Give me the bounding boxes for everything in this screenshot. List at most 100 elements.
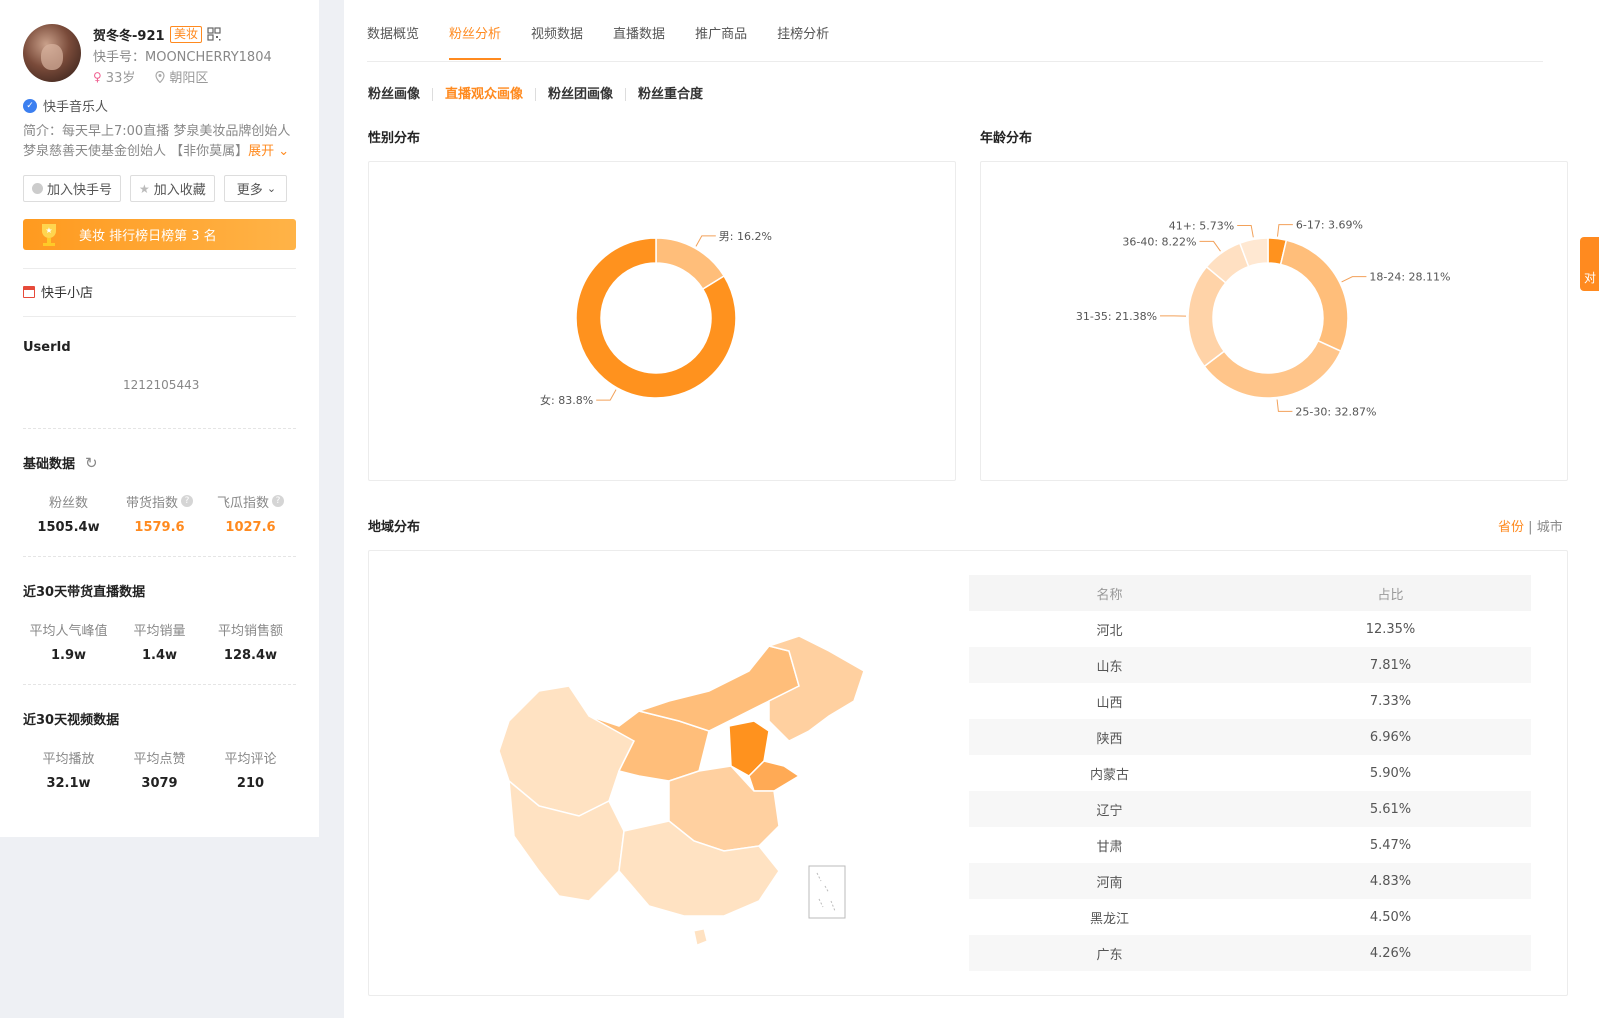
rank-banner[interactable]: ★ 美妆 排行榜日榜第 3 名 [23,219,296,250]
stat-item: 平均人气峰值 1.9w [23,620,114,664]
label-leader-line [1341,276,1367,283]
intro-line-2: 梦泉慈善天使基金创始人 【非你莫属】 [23,144,249,159]
profile-sidebar: 贺冬冬-921 美妆 快手号：MOONCHERRY1804 ♀ 33岁 朝阳区 … [0,0,319,837]
stat-label: 平均销售额 [217,623,283,639]
table-row: 内蒙古 5.90% [969,755,1531,791]
shop-label: 快手小店 [41,286,94,301]
profile-intro: 简介：每天早上7:00直播 梦泉美妆品牌创始人 梦泉慈善天使基金创始人 【非你莫… [23,122,298,162]
map-region-hainan [693,928,708,946]
divider [23,316,296,317]
divider [23,556,296,557]
region-table: 名称 占比 河北 12.35% 山东 7.81% 山西 7.33% 陕西 6.96% 内… [969,575,1531,971]
tab-live-data[interactable]: 直播数据 [613,23,665,60]
stat-item: 平均播放 32.1w [23,748,114,792]
basic-data-title: 基础数据 ↻ [23,453,98,473]
subtab-fan-group[interactable]: 粉丝团画像 [535,88,625,101]
divider [23,684,296,685]
table-header: 名称 占比 [969,575,1531,611]
userid-value: 1212105443 [123,378,200,392]
add-account-label: 加入快手号 [47,183,113,198]
expand-link[interactable]: 展开 ⌄ [248,144,289,159]
region-share: 6.96% [1369,729,1412,745]
live30-stats: 平均人气峰值 1.9w 平均销量 1.4w 平均销售额 128.4w [23,620,296,664]
main-content: 数据概览 粉丝分析 视频数据 直播数据 推广商品 挂榜分析 粉丝画像 直播观众画… [344,0,1599,1018]
star-icon: ★ [139,181,150,196]
chevron-down-icon: ⌄ [266,182,277,195]
donut-slice-18-24[interactable] [1279,239,1349,353]
donut-slice-25-30[interactable] [1203,339,1342,399]
switch-province[interactable]: 省份 [1498,520,1524,535]
userid-label: UserId [23,340,71,355]
age-text: 33岁 [105,71,136,86]
gender-donut-chart: 男: 16.2% 女: 83.8% [540,230,772,407]
refresh-icon[interactable]: ↻ [85,454,98,472]
subtab-live-audience[interactable]: 直播观众画像 [432,88,535,101]
region-share: 5.90% [1369,765,1412,781]
live30-title: 近30天带货直播数据 [23,581,145,600]
region-share: 5.61% [1369,801,1412,817]
help-icon[interactable]: ? [181,495,193,507]
add-favorite-label: 加入收藏 [153,183,206,198]
add-favorite-button[interactable]: ★ 加入收藏 [130,175,215,202]
female-icon: ♀ [93,69,102,84]
label-leader-line [1199,240,1221,252]
tab-ranking-analysis[interactable]: 挂榜分析 [777,23,829,60]
basic-data-label: 基础数据 [23,457,76,472]
region-share: 7.81% [1369,657,1412,673]
more-button[interactable]: 更多 ⌄ [223,175,288,202]
tab-promoted-goods[interactable]: 推广商品 [695,23,747,60]
stat-label: 飞瓜指数 [216,495,269,511]
avatar[interactable] [23,24,81,82]
stat-value: 1.9w [50,648,87,663]
region-name: 甘肃 [1096,839,1123,855]
stat-label: 带货指数 [125,495,178,511]
stat-feigua-index: 飞瓜指数? 1027.6 [205,492,296,535]
location-pin-icon [155,70,165,83]
live30-label: 近30天带货直播数据 [23,585,146,600]
verification-label: 快手音乐人 [43,100,109,115]
switch-city[interactable]: 城市 [1537,520,1563,535]
tab-fans-analysis[interactable]: 粉丝分析 [449,23,502,60]
subtab-fan-overlap[interactable]: 粉丝重合度 [625,88,715,101]
label-leader-line [1276,399,1293,412]
slice-label-6-17: 6-17: 3.69% [1296,219,1363,232]
divider [23,428,296,429]
stat-value: 1579.6 [134,520,185,535]
region-title: 地域分布 [368,520,421,535]
region-share: 7.33% [1369,693,1412,709]
more-label: 更多 [236,183,263,198]
slice-label-女: 女: 83.8% [540,393,593,407]
verification: ✓ 快手音乐人 [23,96,108,115]
trophy-icon: ★ [42,224,56,246]
map-south-sea-inset [808,865,846,919]
tab-overview[interactable]: 数据概览 [367,23,419,60]
shop-link[interactable]: 快手小店 [23,282,93,301]
tab-video-data[interactable]: 视频数据 [531,23,583,60]
region-share: 12.35% [1365,621,1416,637]
age-title: 年龄分布 [980,131,1033,146]
main-tabs: 数据概览 粉丝分析 视频数据 直播数据 推广商品 挂榜分析 [367,23,829,60]
table-row: 陕西 6.96% [969,719,1531,755]
donut-slice-31-35[interactable] [1187,265,1227,368]
floating-side-tab[interactable]: 对 [1580,237,1599,291]
location-text: 朝阳区 [169,71,209,86]
qrcode-icon[interactable] [207,27,221,41]
stat-label: 平均播放 [42,751,95,767]
svg-text:★: ★ [45,226,52,235]
switch-separator: | [1528,520,1533,535]
table-row: 广东 4.26% [969,935,1531,971]
help-icon[interactable]: ? [272,495,284,507]
region-name: 河南 [1096,875,1123,891]
region-switch: 省份 | 城市 [1498,516,1563,535]
stat-label: 平均评论 [224,751,277,767]
subtab-fan-portrait[interactable]: 粉丝画像 [368,88,432,101]
stat-item: 平均点赞 3079 [114,748,205,792]
region-name: 广东 [1096,947,1123,963]
label-leader-line [596,389,617,401]
profile-name: 贺冬冬-921 [93,29,165,44]
region-panel: 名称 占比 河北 12.35% 山东 7.81% 山西 7.33% 陕西 6.96% 内… [368,550,1568,996]
region-name: 黑龙江 [1089,911,1129,927]
table-row: 辽宁 5.61% [969,791,1531,827]
float-tab-label: 对 [1584,271,1597,285]
add-account-button[interactable]: 加入快手号 [23,175,122,202]
